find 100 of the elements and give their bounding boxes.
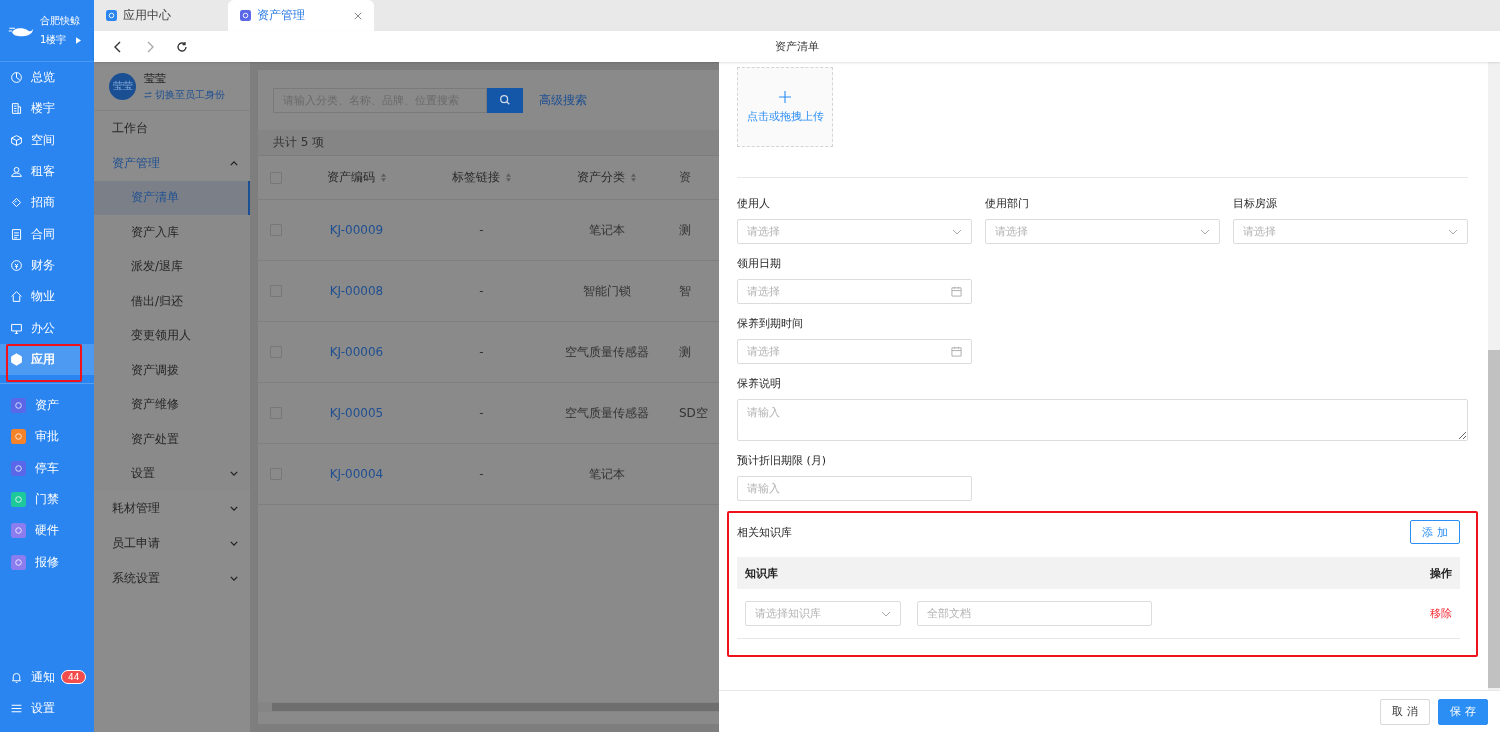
nav-item[interactable]: 通知 — [0, 661, 55, 693]
field-label: 保养说明 — [737, 376, 782, 391]
menu-item[interactable]: 耗材管理 — [94, 491, 250, 526]
column-header: 知识库 — [745, 565, 778, 581]
table-cell: - — [479, 467, 484, 481]
nav-icon — [10, 196, 23, 210]
table-cell: 智能门锁 — [582, 282, 631, 300]
column-header[interactable]: 资产编码 — [327, 169, 375, 186]
chevron-icon — [1448, 228, 1458, 235]
field-label: 目标房源 — [1233, 196, 1278, 211]
input-field[interactable]: 全部文档 — [917, 601, 1152, 626]
sort-icon[interactable] — [506, 173, 511, 182]
scrollbar[interactable] — [258, 702, 719, 712]
nav-icon — [10, 165, 23, 179]
app-item[interactable]: 审批 — [0, 421, 94, 453]
column-header[interactable]: 标签链接 — [452, 169, 500, 186]
close-icon[interactable] — [354, 11, 362, 20]
advanced-search-link[interactable]: 高级搜索 — [539, 91, 587, 109]
tab[interactable]: 资产管理 — [228, 0, 374, 31]
switch-link[interactable]: 切换至员工身份 — [144, 87, 225, 102]
app-item[interactable]: 停车 — [0, 452, 94, 484]
select-field[interactable]: 请选择 — [1233, 219, 1468, 244]
search-button[interactable] — [487, 87, 523, 113]
field-label: 预计折旧期限 (月) — [737, 453, 828, 468]
menu-item[interactable]: 派发/退库 — [94, 249, 250, 285]
text-area[interactable]: 请输入 — [737, 399, 1468, 441]
remove-link[interactable]: 移除 — [1430, 606, 1452, 621]
menu-item[interactable]: 资产管理 — [94, 145, 250, 181]
bell-icon — [10, 670, 23, 684]
table-cell: 测 — [679, 343, 691, 361]
calendar-icon — [951, 286, 962, 297]
select-field[interactable]: 请选择 — [737, 219, 972, 244]
tab[interactable]: 应用中心 — [94, 0, 228, 31]
cancel-button[interactable]: 取 消 — [1380, 698, 1430, 725]
nav-item[interactable]: 楼宇 — [0, 93, 94, 125]
upload-area[interactable]: 点击或拖拽上传 — [737, 67, 833, 147]
asset-code-link[interactable]: KJ-00008 — [329, 284, 384, 298]
menu-item[interactable]: 资产入库 — [94, 215, 250, 250]
menu-item[interactable]: 设置 — [94, 456, 250, 492]
nav-icon — [10, 133, 23, 147]
app-item[interactable]: 门禁 — [0, 483, 94, 516]
nav-item[interactable]: 空间 — [0, 124, 94, 156]
menu-item[interactable]: 变更领用人 — [94, 318, 250, 354]
app-icon — [240, 10, 251, 21]
calendar-icon — [951, 346, 962, 357]
caret-icon — [76, 36, 82, 44]
menu-item[interactable]: 资产调拨 — [94, 353, 250, 388]
scrollbar[interactable] — [1488, 62, 1500, 690]
asset-code-link[interactable]: KJ-00006 — [329, 345, 384, 359]
asset-code-link[interactable]: KJ-00004 — [329, 467, 384, 481]
sort-icon[interactable] — [631, 173, 636, 182]
menu-item[interactable]: 系统设置 — [94, 560, 250, 596]
nav-icon — [10, 321, 23, 335]
user-name: 莹莹 — [144, 70, 167, 86]
nav-item[interactable]: 总览 — [0, 62, 94, 94]
column-header[interactable]: 资产分类 — [577, 169, 625, 186]
asset-code-link[interactable]: KJ-00005 — [329, 406, 384, 420]
save-button[interactable]: 保 存 — [1438, 698, 1488, 725]
menu-item[interactable]: 资产维修 — [94, 387, 250, 423]
menu-item[interactable]: 工作台 — [94, 111, 250, 146]
nav-icon — [10, 352, 23, 366]
app-item[interactable]: 硬件 — [0, 515, 94, 547]
sort-icon[interactable] — [381, 173, 386, 182]
menu-item[interactable]: 资产清单 — [94, 180, 250, 216]
app-icon — [106, 10, 117, 21]
chevron-icon — [1200, 228, 1210, 235]
field-label: 保养到期时间 — [737, 316, 804, 331]
select-field[interactable]: 请选择知识库 — [745, 601, 901, 626]
nav-item[interactable]: 设置 — [0, 692, 55, 724]
menu-item[interactable]: 借出/归还 — [94, 284, 250, 319]
nav-item[interactable]: 应用 — [0, 343, 94, 375]
nav-item[interactable]: 财务 — [0, 249, 94, 282]
date-field[interactable]: 请选择 — [737, 279, 972, 304]
select-field[interactable]: 请选择 — [985, 219, 1220, 244]
count-badge: 44 — [61, 670, 87, 685]
app-item[interactable]: 报修 — [0, 546, 94, 578]
menu-item[interactable]: 员工申请 — [94, 525, 250, 561]
menu-item[interactable]: 资产处置 — [94, 422, 250, 457]
nav-item[interactable]: 合同 — [0, 218, 94, 250]
date-field[interactable]: 请选择 — [737, 339, 972, 364]
input-field[interactable]: 请输入 — [737, 476, 972, 501]
search-icon — [499, 94, 511, 106]
asset-code-link[interactable]: KJ-00009 — [329, 223, 384, 237]
chevron-icon — [230, 540, 238, 546]
table-cell: 笔记本 — [588, 465, 625, 483]
column-header: 操作 — [1430, 565, 1452, 581]
nav-item[interactable]: 招商 — [0, 187, 94, 219]
nav-icon — [10, 258, 23, 272]
app-item[interactable]: 资产 — [0, 389, 94, 422]
chevron-icon — [881, 610, 891, 617]
nav-item[interactable]: 物业 — [0, 281, 94, 313]
reload-icon[interactable] — [176, 40, 188, 53]
chevron-icon — [230, 575, 238, 581]
nav-icon — [10, 102, 23, 116]
nav-item[interactable]: 办公 — [0, 312, 94, 344]
add-button[interactable]: 添 加 — [1410, 520, 1460, 544]
nav-item[interactable]: 租客 — [0, 155, 94, 188]
chevron-icon — [230, 471, 238, 477]
section-title: 相关知识库 — [737, 524, 792, 540]
table-cell: 笔记本 — [588, 221, 625, 239]
